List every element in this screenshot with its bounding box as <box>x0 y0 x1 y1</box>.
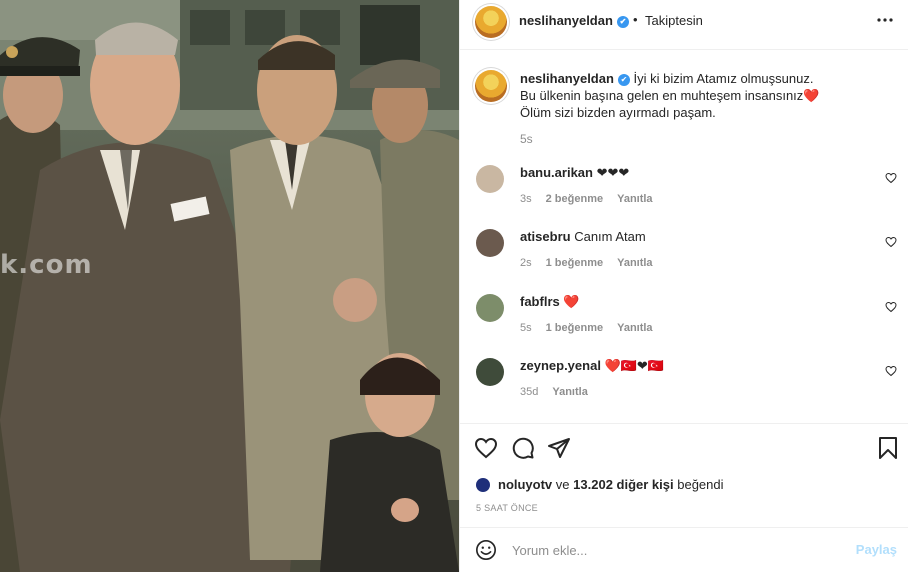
comment-text: Canım Atam <box>574 229 646 244</box>
comment-likes[interactable]: 2 beğenme <box>546 193 603 205</box>
caption-author-avatar[interactable] <box>475 70 507 102</box>
caption-age: 5s <box>520 132 533 146</box>
comment-icon[interactable] <box>511 436 535 460</box>
likes-summary[interactable]: noluyotv ve 13.202 diğer kişi beğendi <box>476 477 724 492</box>
liker-avatar[interactable] <box>476 477 490 492</box>
comment-heart-icon[interactable] <box>885 365 897 377</box>
comment-age[interactable]: 3s <box>520 193 532 205</box>
comment-meta: 3s 2 beğenme Yanıtla <box>520 193 653 205</box>
comment-avatar[interactable] <box>476 229 504 257</box>
liker-username[interactable]: noluyotv <box>498 477 552 492</box>
comment-meta: 35d Yanıtla <box>520 386 588 398</box>
caption-line-3: Ölüm sizi bizden ayırmadı paşam. <box>520 105 716 120</box>
bookmark-icon[interactable] <box>876 436 900 460</box>
post-header: neslihanyeldan ✔ • Takiptesin <box>460 0 908 50</box>
comment-reply-button[interactable]: Yanıtla <box>617 257 652 269</box>
comment-meta: 2s 1 beğenme Yanıtla <box>520 257 653 269</box>
comment-heart-icon[interactable] <box>885 301 897 313</box>
comment-text: ❤❤❤ <box>596 165 630 180</box>
comment-input[interactable] <box>512 538 812 562</box>
comment-item: atisebru Canım Atam 2s 1 beğenme Yanıtla <box>460 229 908 293</box>
emoji-icon[interactable] <box>475 539 497 561</box>
caption-line-1: İyi ki bizim Atamız olmuşsunuz. <box>633 71 814 86</box>
header-separator: • <box>633 12 638 27</box>
comment-meta: 5s 1 beğenme Yanıtla <box>520 322 653 334</box>
comment-body: atisebru Canım Atam <box>520 229 860 245</box>
comment-username[interactable]: banu.arikan <box>520 165 593 180</box>
instagram-post: k.com neslihanyeldan ✔ • Takiptesin nesli… <box>0 0 908 572</box>
likes-others-count[interactable]: 13.202 diğer kişi <box>573 477 673 492</box>
post-timestamp[interactable]: 5 SAAT ÖNCE <box>476 503 538 513</box>
comment-age[interactable]: 5s <box>520 322 532 334</box>
comment-text: ❤️🇹🇷❤🇹🇷 <box>604 358 665 373</box>
caption-line-2: Bu ülkenin başına gelen en muhteşem insa… <box>520 88 820 103</box>
likes-connector: ve <box>555 477 570 492</box>
comment-text: ❤️ <box>563 294 580 309</box>
comment-avatar[interactable] <box>476 165 504 193</box>
comment-avatar[interactable] <box>476 358 504 386</box>
share-icon[interactable] <box>547 436 571 460</box>
caption-text: neslihanyeldan ✔ İyi ki bizim Atamız olmu… <box>520 70 880 121</box>
comment-reply-button[interactable]: Yanıtla <box>617 193 652 205</box>
comment-username[interactable]: atisebru <box>520 229 571 244</box>
post-caption: neslihanyeldan ✔ İyi ki bizim Atamız olmu… <box>460 51 908 163</box>
caption-verified-badge-icon: ✔ <box>617 74 630 86</box>
photo-watermark: k.com <box>0 250 93 280</box>
comment-body: zeynep.yenal ❤️🇹🇷❤🇹🇷 <box>520 358 860 374</box>
comment-heart-icon[interactable] <box>885 172 897 184</box>
comment-item: fabflrs ❤️ 5s 1 beğenme Yanıtla <box>460 294 908 358</box>
comment-username[interactable]: zeynep.yenal <box>520 358 601 373</box>
caption-username[interactable]: neslihanyeldan <box>520 71 614 86</box>
post-photo[interactable]: k.com <box>0 0 459 572</box>
post-photo-illustration <box>0 0 459 572</box>
comment-body: fabflrs ❤️ <box>520 294 860 310</box>
comment-reply-button[interactable]: Yanıtla <box>552 386 587 398</box>
author-username[interactable]: neslihanyeldan ✔ <box>519 13 629 28</box>
post-side-panel: neslihanyeldan ✔ • Takiptesin neslihanyel… <box>459 0 908 572</box>
comment-body: banu.arikan ❤❤❤ <box>520 165 860 181</box>
comment-item: zeynep.yenal ❤️🇹🇷❤🇹🇷 35d Yanıtla <box>460 358 908 422</box>
comment-avatar[interactable] <box>476 294 504 322</box>
comment-likes[interactable]: 1 beğenme <box>546 257 603 269</box>
comment-age[interactable]: 35d <box>520 386 538 398</box>
comments-list[interactable]: neslihanyeldan ✔ İyi ki bizim Atamız olmu… <box>460 51 908 423</box>
comment-reply-button[interactable]: Yanıtla <box>617 322 652 334</box>
heart-icon[interactable] <box>474 436 498 460</box>
verified-badge-icon: ✔ <box>616 16 629 28</box>
comment-heart-icon[interactable] <box>885 236 897 248</box>
author-username-text[interactable]: neslihanyeldan <box>519 13 613 28</box>
author-avatar[interactable] <box>475 6 507 38</box>
likes-suffix: beğendi <box>677 477 724 492</box>
comment-likes[interactable]: 1 beğenme <box>546 322 603 334</box>
comment-item: banu.arikan ❤❤❤ 3s 2 beğenme Yanıtla <box>460 165 908 229</box>
comment-age[interactable]: 2s <box>520 257 532 269</box>
post-comment-button[interactable]: Paylaş <box>856 542 897 557</box>
add-comment-bar: Paylaş <box>460 527 908 572</box>
comment-username[interactable]: fabflrs <box>520 294 560 309</box>
more-options-icon[interactable] <box>877 18 893 22</box>
follow-status-button[interactable]: Takiptesin <box>645 13 703 28</box>
post-actions: noluyotv ve 13.202 diğer kişi beğendi 5 … <box>460 423 908 527</box>
